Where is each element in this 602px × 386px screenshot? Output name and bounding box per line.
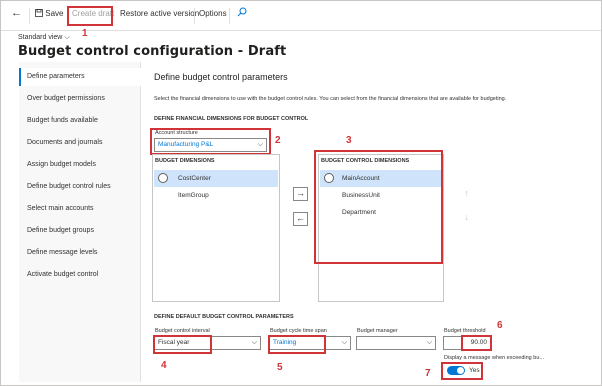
callout-2: 2 bbox=[275, 135, 281, 146]
budget-threshold-label: Budget threshold bbox=[444, 328, 486, 334]
nav-item-over-budget-permissions[interactable]: Over budget permissions bbox=[19, 90, 141, 108]
arrow-right-icon: → bbox=[296, 188, 305, 198]
add-dimension-button[interactable]: → bbox=[293, 187, 308, 201]
callout-6: 6 bbox=[497, 320, 503, 331]
list-item[interactable]: CostCenter bbox=[154, 170, 278, 187]
list-item-label: ItemGroup bbox=[178, 192, 209, 199]
toolbar-separator bbox=[29, 8, 30, 24]
callout-7: 7 bbox=[425, 368, 431, 379]
callout-1: 1 bbox=[82, 28, 88, 39]
remove-dimension-button[interactable]: ← bbox=[293, 212, 308, 226]
left-navigation: Define parameters Over budget permission… bbox=[19, 62, 141, 382]
chevron-down-icon: ⌵ bbox=[341, 339, 347, 346]
restore-active-version-button[interactable]: Restore active version bbox=[120, 9, 199, 18]
section-description: Select the financial dimensions to use w… bbox=[154, 96, 507, 102]
arrow-down-icon: ↓ bbox=[464, 212, 469, 222]
highlight-box-interval bbox=[153, 335, 212, 354]
callout-4: 4 bbox=[161, 360, 167, 371]
callout-3: 3 bbox=[346, 135, 352, 146]
move-down-button[interactable]: ↓ bbox=[459, 212, 474, 226]
save-icon bbox=[35, 9, 43, 17]
budget-cycle-time-span-label: Budget cycle time span bbox=[270, 328, 327, 334]
budget-manager-select[interactable]: ⌵ bbox=[356, 336, 436, 350]
page-title: Budget control configuration - Draft bbox=[18, 44, 287, 59]
arrow-left-icon: ← bbox=[296, 213, 305, 223]
section-title: Define budget control parameters bbox=[154, 72, 288, 82]
search-icon[interactable] bbox=[237, 7, 247, 19]
nav-item-documents-and-journals[interactable]: Documents and journals bbox=[19, 134, 141, 152]
view-label: Standard view bbox=[18, 34, 63, 41]
nav-item-define-parameters[interactable]: Define parameters bbox=[19, 68, 141, 86]
nav-item-define-message-levels[interactable]: Define message levels bbox=[19, 244, 141, 262]
display-message-label: Display a message when exceeding bu... bbox=[444, 355, 544, 361]
arrow-up-icon: ↑ bbox=[464, 188, 469, 198]
list-item[interactable]: ItemGroup bbox=[154, 187, 278, 204]
callout-5: 5 bbox=[277, 362, 283, 373]
list-item-label: CostCenter bbox=[178, 175, 211, 182]
options-button[interactable]: Options bbox=[199, 9, 227, 18]
back-arrow-icon[interactable]: ← bbox=[11, 7, 22, 19]
budget-manager-label: Budget manager bbox=[357, 328, 398, 334]
budget-control-interval-label: Budget control interval bbox=[155, 328, 210, 334]
nav-item-define-budget-groups[interactable]: Define budget groups bbox=[19, 222, 141, 240]
move-up-button[interactable]: ↑ bbox=[459, 188, 474, 202]
nav-item-select-main-accounts[interactable]: Select main accounts bbox=[19, 200, 141, 218]
view-selector[interactable]: Standard view ⌵ bbox=[18, 34, 70, 42]
radio-circle-icon bbox=[158, 173, 168, 183]
highlight-box-toggle bbox=[441, 362, 483, 380]
highlight-box-account-structure bbox=[150, 128, 271, 155]
highlight-box-threshold bbox=[461, 335, 492, 351]
nav-item-budget-funds-available[interactable]: Budget funds available bbox=[19, 112, 141, 130]
chevron-down-icon: ⌵ bbox=[64, 34, 70, 41]
highlight-box-control-dimensions bbox=[314, 150, 443, 264]
budget-dimensions-list: BUDGET DIMENSIONS CostCenter ItemGroup bbox=[152, 154, 280, 302]
toolbar-separator bbox=[229, 8, 230, 24]
nav-item-assign-budget-models[interactable]: Assign budget models bbox=[19, 156, 141, 174]
save-button[interactable]: Save bbox=[35, 9, 63, 18]
highlight-box-time-span bbox=[268, 335, 326, 354]
dimensions-section-header: DEFINE FINANCIAL DIMENSIONS FOR BUDGET C… bbox=[154, 116, 309, 122]
budget-dimensions-header: BUDGET DIMENSIONS bbox=[155, 158, 215, 164]
chevron-down-icon: ⌵ bbox=[251, 339, 257, 346]
save-label: Save bbox=[45, 9, 64, 18]
highlight-box-create-draft bbox=[67, 6, 113, 26]
chevron-down-icon: ⌵ bbox=[426, 339, 432, 346]
nav-item-define-budget-control-rules[interactable]: Define budget control rules bbox=[19, 178, 141, 196]
nav-item-activate-budget-control[interactable]: Activate budget control bbox=[19, 266, 141, 284]
toolbar-separator bbox=[194, 8, 195, 24]
defaults-section-header: DEFINE DEFAULT BUDGET CONTROL PARAMETERS bbox=[154, 314, 294, 320]
